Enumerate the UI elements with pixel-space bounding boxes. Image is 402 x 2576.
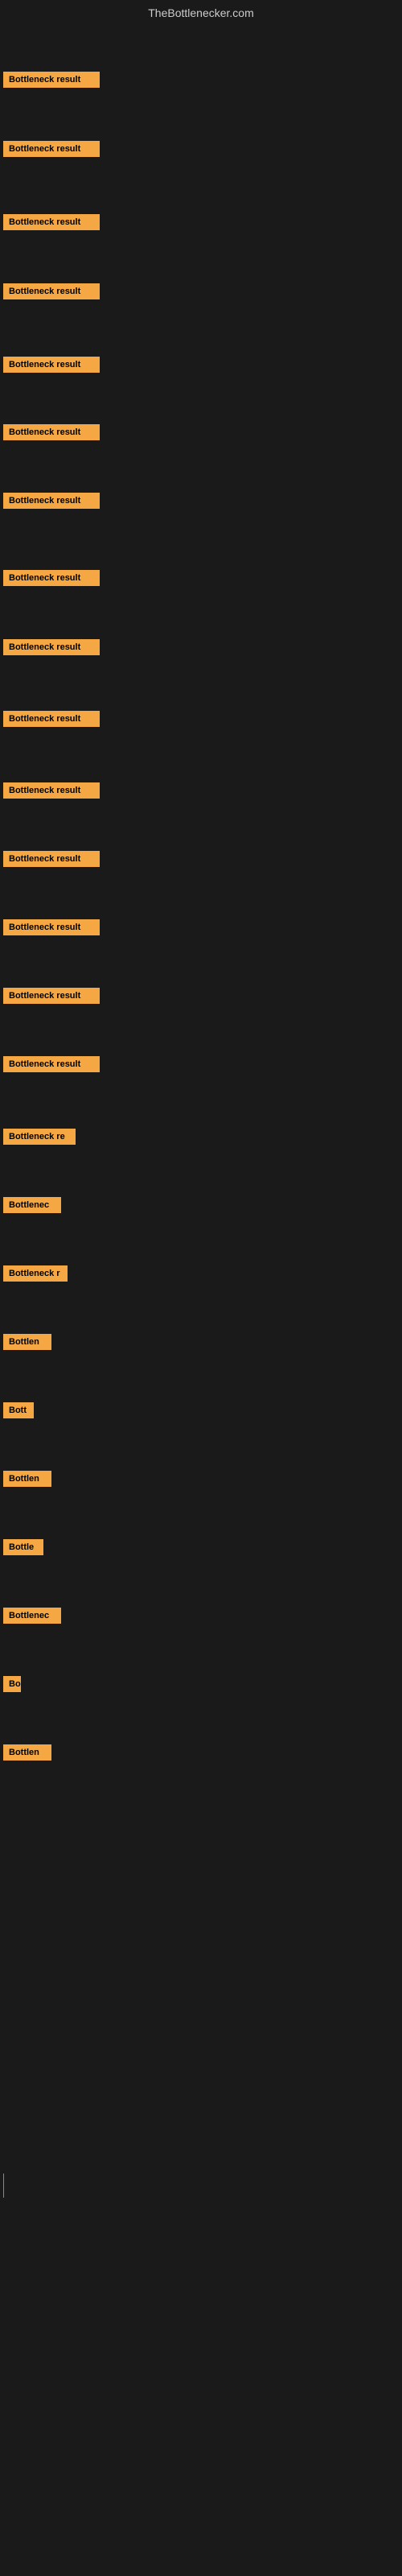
bottleneck-bar[interactable]: Bottleneck r xyxy=(3,1265,68,1282)
bottleneck-row: Bottleneck result xyxy=(0,636,103,663)
bottleneck-bar[interactable]: Bottleneck re xyxy=(3,1129,76,1145)
bottleneck-bar[interactable]: Bottleneck result xyxy=(3,424,100,440)
bottleneck-bar[interactable]: Bott xyxy=(3,1402,34,1418)
bottleneck-row: Bottleneck result xyxy=(0,1053,103,1080)
bottleneck-row: Bottleneck result xyxy=(0,211,103,237)
bottleneck-row: Bottleneck re xyxy=(0,1125,79,1152)
bottleneck-row: Bottlenec xyxy=(0,1604,64,1631)
bottleneck-bar[interactable]: Bottlenec xyxy=(3,1197,61,1213)
bottleneck-bar[interactable]: Bottleneck result xyxy=(3,214,100,230)
bottleneck-bar[interactable]: Bottleneck result xyxy=(3,283,100,299)
bottleneck-bar[interactable]: Bottlen xyxy=(3,1334,51,1350)
bottleneck-bar[interactable]: Bottleneck result xyxy=(3,988,100,1004)
bottleneck-row: Bottleneck result xyxy=(0,567,103,593)
bottleneck-row: Bottleneck result xyxy=(0,353,103,380)
bottleneck-row: Bottleneck result xyxy=(0,421,103,448)
site-title: TheBottlenecker.com xyxy=(0,0,402,23)
bottleneck-bar[interactable]: Bottlenec xyxy=(3,1608,61,1624)
bottleneck-row: Bottle xyxy=(0,1536,47,1563)
bottleneck-row: Bo xyxy=(0,1673,24,1699)
bottleneck-row: Bottlen xyxy=(0,1741,55,1768)
page-wrapper: TheBottlenecker.com Bottleneck result Bot… xyxy=(0,0,402,2576)
bottleneck-bar[interactable]: Bottleneck result xyxy=(3,357,100,373)
bottleneck-bar[interactable]: Bottleneck result xyxy=(3,1056,100,1072)
bottleneck-bar[interactable]: Bottleneck result xyxy=(3,851,100,867)
bottleneck-row: Bottleneck result xyxy=(0,68,103,95)
bottleneck-row: Bottleneck result xyxy=(0,779,103,806)
bottleneck-bar[interactable]: Bottle xyxy=(3,1539,43,1555)
bottleneck-row: Bott xyxy=(0,1399,37,1426)
bottleneck-row: Bottlen xyxy=(0,1468,55,1494)
bottleneck-row: Bottlen xyxy=(0,1331,55,1357)
bottleneck-bar[interactable]: Bottleneck result xyxy=(3,493,100,509)
bottleneck-row: Bottleneck result xyxy=(0,138,103,164)
bottleneck-row: Bottleneck result xyxy=(0,848,103,874)
bottleneck-row: Bottleneck result xyxy=(0,489,103,516)
bottleneck-row: Bottleneck result xyxy=(0,708,103,734)
bottleneck-bar[interactable]: Bottleneck result xyxy=(3,919,100,935)
bottleneck-bar[interactable]: Bottleneck result xyxy=(3,639,100,655)
bottleneck-bar[interactable]: Bottleneck result xyxy=(3,570,100,586)
bottleneck-bar[interactable]: Bottleneck result xyxy=(3,711,100,727)
bottleneck-bar[interactable]: Bottleneck result xyxy=(3,141,100,157)
bottleneck-row: Bottlenec xyxy=(0,1194,64,1220)
bottleneck-bar[interactable]: Bottleneck result xyxy=(3,72,100,88)
bottleneck-bar[interactable]: Bottleneck result xyxy=(3,782,100,799)
bottleneck-row: Bottleneck r xyxy=(0,1262,71,1289)
bottleneck-bar[interactable]: Bottlen xyxy=(3,1744,51,1761)
bottleneck-bar[interactable]: Bottlen xyxy=(3,1471,51,1487)
bottleneck-row: Bottleneck result xyxy=(0,916,103,943)
bottleneck-bar[interactable]: Bo xyxy=(3,1676,21,1692)
bottleneck-row: Bottleneck result xyxy=(0,985,103,1011)
cursor-indicator xyxy=(3,2174,4,2198)
bottleneck-row: Bottleneck result xyxy=(0,280,103,307)
